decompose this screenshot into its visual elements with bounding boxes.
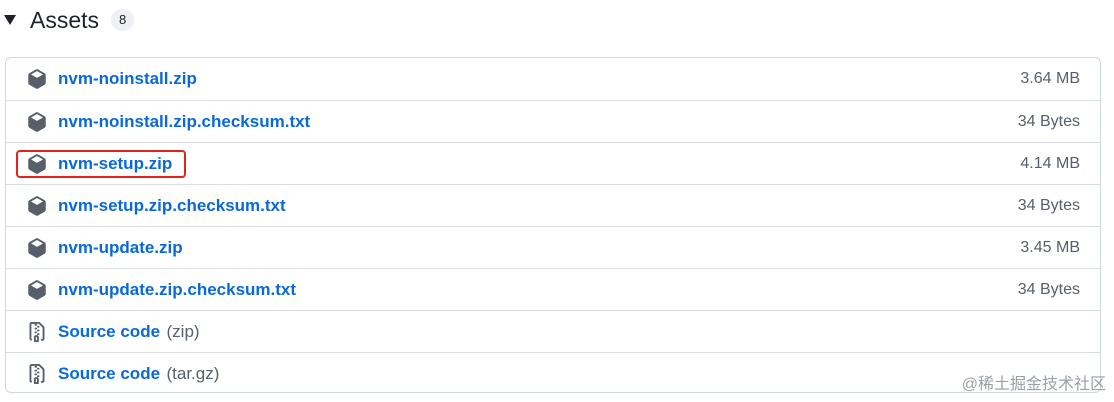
watermark: @稀土掘金技术社区	[961, 376, 1106, 393]
asset-link[interactable]: Source code	[58, 364, 160, 383]
asset-size: 3.45 MB	[1020, 238, 1080, 256]
assets-header: Assets 8	[0, 0, 135, 40]
asset-size: 3.64 MB	[1020, 70, 1080, 87]
asset-row: nvm-setup.zip.checksum.txt 34 Bytes	[6, 184, 1100, 226]
package-icon	[26, 68, 48, 90]
asset-size: 34 Bytes	[1017, 280, 1080, 298]
assets-title[interactable]: Assets	[30, 7, 99, 34]
asset-link[interactable]: nvm-noinstall.zip	[58, 69, 197, 89]
package-icon	[26, 195, 48, 217]
package-icon	[26, 279, 48, 301]
assets-count-badge: 8	[111, 9, 135, 31]
asset-link[interactable]: nvm-noinstall.zip.checksum.txt	[58, 112, 310, 132]
asset-link[interactable]: nvm-update.zip	[58, 238, 183, 258]
asset-size: 34 Bytes	[1017, 112, 1080, 130]
asset-link[interactable]: Source code	[58, 322, 160, 341]
asset-row: nvm-noinstall.zip 3.64 MB	[6, 58, 1100, 100]
file-zip-icon	[26, 321, 48, 343]
page: Assets 8 nvm-noinstall.zip 3.64 MB nvm-n…	[0, 0, 1114, 402]
assets-list: nvm-noinstall.zip 3.64 MB nvm-noinstall.…	[5, 57, 1101, 393]
asset-link[interactable]: nvm-update.zip.checksum.txt	[58, 280, 296, 300]
collapse-caret-icon[interactable]	[4, 15, 16, 25]
package-icon	[26, 111, 48, 133]
file-zip-icon	[26, 363, 48, 385]
asset-link[interactable]: nvm-setup.zip	[58, 154, 172, 174]
asset-suffix: (zip)	[166, 321, 200, 341]
asset-row: Source code (zip)	[6, 310, 1100, 352]
package-icon	[26, 237, 48, 259]
asset-row: nvm-update.zip 3.45 MB	[6, 226, 1100, 268]
asset-row: Source code (tar.gz)	[6, 352, 1100, 392]
asset-row: nvm-update.zip.checksum.txt 34 Bytes	[6, 268, 1100, 310]
asset-row: nvm-noinstall.zip.checksum.txt 34 Bytes	[6, 100, 1100, 142]
asset-suffix: (tar.gz)	[166, 363, 220, 383]
package-icon	[26, 153, 48, 175]
asset-row-highlighted: nvm-setup.zip 4.14 MB	[6, 142, 1100, 184]
asset-size: 4.14 MB	[1020, 154, 1080, 172]
asset-size: 34 Bytes	[1017, 196, 1080, 214]
asset-link[interactable]: nvm-setup.zip.checksum.txt	[58, 196, 286, 216]
